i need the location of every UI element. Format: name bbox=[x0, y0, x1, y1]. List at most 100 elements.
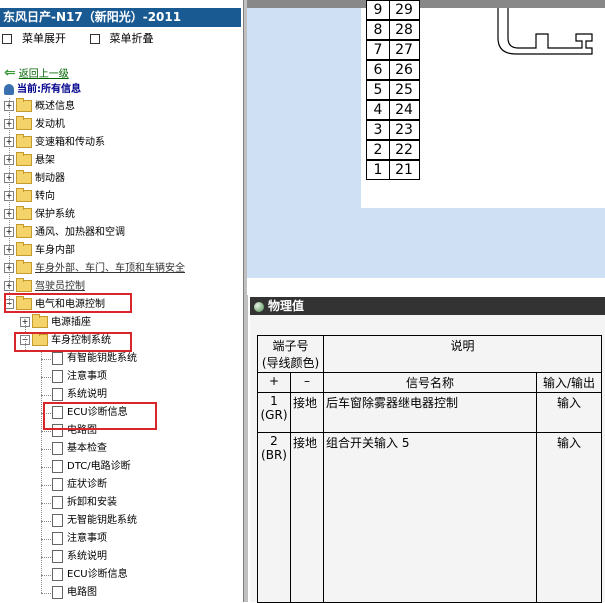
plus-wire-color: (GR) bbox=[260, 408, 288, 422]
tree-connector-line bbox=[41, 467, 51, 468]
tree-node-label: 注意事项 bbox=[67, 533, 107, 544]
io-cell: 输入 bbox=[536, 392, 602, 433]
tree-node[interactable]: + 制动器 bbox=[4, 170, 65, 188]
menu-toggle-bar: 菜单展开 菜单折叠 bbox=[2, 31, 174, 47]
pin-number: 24 bbox=[395, 102, 413, 118]
tree-node[interactable]: + 悬架 bbox=[4, 152, 55, 170]
plus-terminal: 1 bbox=[270, 394, 278, 408]
tree-leaf[interactable]: 注意事项 bbox=[52, 530, 107, 548]
tree-leaf[interactable]: 电路图 bbox=[52, 584, 97, 602]
tree-node[interactable]: + 通风、加热器和空调 bbox=[4, 224, 125, 242]
pin-pair: 3 23 bbox=[366, 120, 420, 140]
app-title: 东风日产-N17（新阳光）-2011 bbox=[0, 8, 241, 27]
table-subheader-row: + – 信号名称 输入/输出 bbox=[257, 372, 602, 393]
tree-leaf[interactable]: ECU诊断信息 bbox=[52, 566, 128, 584]
tree-connector-line bbox=[41, 539, 51, 540]
user-icon bbox=[4, 83, 14, 95]
pin-number: 28 bbox=[395, 22, 413, 38]
description-header: 说明 bbox=[323, 335, 602, 373]
tree-connector-line bbox=[41, 485, 51, 486]
tree-leaf[interactable]: 拆卸和安装 bbox=[52, 494, 117, 512]
folder-icon bbox=[16, 116, 32, 130]
tree-connector-line bbox=[41, 557, 51, 558]
tree-connector-line bbox=[41, 503, 51, 504]
document-icon bbox=[52, 369, 63, 383]
back-arrow-icon: ⇐ bbox=[4, 65, 16, 81]
tree-leaf[interactable]: 注意事项 bbox=[52, 368, 107, 386]
pin-number: 5 bbox=[367, 81, 390, 99]
pin-number: 3 bbox=[367, 121, 390, 139]
expand-box-icon bbox=[2, 34, 12, 44]
tree-node-label: 基本检查 bbox=[67, 443, 107, 454]
tree-leaf[interactable]: 有智能钥匙系统 bbox=[52, 350, 137, 368]
tree-node-label: ECU诊断信息 bbox=[67, 569, 128, 580]
terminal-header-label: 端子号 bbox=[272, 339, 309, 353]
io-cell: 输入 bbox=[536, 432, 602, 603]
tree-leaf[interactable]: 系统说明 bbox=[52, 548, 107, 566]
description-header-label: 说明 bbox=[450, 339, 475, 353]
pin-number: 4 bbox=[367, 101, 390, 119]
menu-collapse-button[interactable]: 菜单折叠 bbox=[89, 32, 164, 45]
pin-pair: 1 21 bbox=[366, 160, 420, 180]
tree-leaf[interactable]: 症状诊断 bbox=[52, 476, 107, 494]
tree-node-label: DTC/电路诊断 bbox=[67, 461, 131, 472]
left-navigation-pane: 东风日产-N17（新阳光）-2011 菜单展开 菜单折叠 ⇐ 返回上一级 当前:所… bbox=[0, 0, 243, 602]
tree-node-label: 无智能钥匙系统 bbox=[67, 515, 137, 526]
tree-node-label: 系统说明 bbox=[67, 389, 107, 400]
document-icon bbox=[52, 441, 63, 455]
tree-connector-line bbox=[41, 431, 51, 432]
folder-icon bbox=[16, 98, 32, 112]
plus-cell: 1 (GR) bbox=[257, 392, 291, 433]
signal-cell: 后车窗除雾器继电器控制 bbox=[323, 392, 537, 433]
pin-number: 29 bbox=[395, 2, 413, 18]
physical-values-title: 物理值 bbox=[268, 299, 305, 313]
wire-color-header-label: (导线颜色) bbox=[261, 356, 320, 370]
signal-cell: 组合开关输入 5 bbox=[323, 432, 537, 603]
tree-connector-line bbox=[41, 359, 51, 360]
table-row: 2 (BR) 接地 组合开关输入 5 输入 bbox=[257, 432, 602, 603]
document-icon bbox=[52, 495, 63, 509]
back-link-label[interactable]: 返回上一级 bbox=[19, 69, 69, 80]
tree-node-label: 悬架 bbox=[35, 155, 55, 166]
menu-expand-button[interactable]: 菜单展开 bbox=[2, 32, 76, 45]
tree-node[interactable]: + 变速箱和传动系 bbox=[4, 134, 105, 152]
pin-number: 9 bbox=[367, 1, 390, 19]
tree-node[interactable]: + 转向 bbox=[4, 188, 55, 206]
back-link[interactable]: ⇐ 返回上一级 bbox=[4, 65, 69, 81]
minus-cell: 接地 bbox=[290, 392, 324, 433]
pin-number: 21 bbox=[395, 162, 413, 178]
signal-name-header: 信号名称 bbox=[323, 372, 537, 393]
tree-node[interactable]: + 发动机 bbox=[4, 116, 65, 134]
menu-expand-label: 菜单展开 bbox=[22, 32, 66, 45]
tree-node[interactable]: + 车身外部、车门、车顶和车辆安全 bbox=[4, 260, 185, 278]
folder-icon bbox=[32, 314, 48, 328]
table-row: 1 (GR) 接地 后车窗除雾器继电器控制 输入 bbox=[257, 392, 602, 433]
document-icon bbox=[52, 531, 63, 545]
pin-number: 6 bbox=[367, 61, 390, 79]
tree-node-label: 驾驶员控制 bbox=[35, 281, 85, 292]
tree-leaf[interactable]: 基本检查 bbox=[52, 440, 107, 458]
io-header: 输入/输出 bbox=[536, 372, 602, 393]
tree-node-label: 系统说明 bbox=[67, 551, 107, 562]
tree-node-label: 概述信息 bbox=[35, 101, 75, 112]
tree-node[interactable]: + 概述信息 bbox=[4, 98, 75, 116]
minus-header: – bbox=[290, 372, 324, 393]
tree-node[interactable]: + 保护系统 bbox=[4, 206, 75, 224]
document-icon bbox=[52, 585, 63, 599]
folder-icon bbox=[16, 242, 32, 256]
tree-node[interactable]: + 电源插座 bbox=[20, 314, 91, 332]
plus-terminal: 2 bbox=[270, 434, 278, 448]
pin-number: 8 bbox=[367, 21, 390, 39]
document-icon bbox=[52, 351, 63, 365]
pin-number: 7 bbox=[367, 41, 390, 59]
tree-node[interactable]: + 车身内部 bbox=[4, 242, 75, 260]
folder-icon bbox=[16, 188, 32, 202]
tree-node-label: 通风、加热器和空调 bbox=[35, 227, 125, 238]
tree-leaf[interactable]: 无智能钥匙系统 bbox=[52, 512, 137, 530]
tree-leaf[interactable]: DTC/电路诊断 bbox=[52, 458, 131, 476]
pin-number: 2 bbox=[367, 141, 390, 159]
document-icon bbox=[52, 567, 63, 581]
document-icon bbox=[52, 477, 63, 491]
tree-connector-line bbox=[41, 521, 51, 522]
pin-pair: 9 29 bbox=[366, 0, 420, 20]
